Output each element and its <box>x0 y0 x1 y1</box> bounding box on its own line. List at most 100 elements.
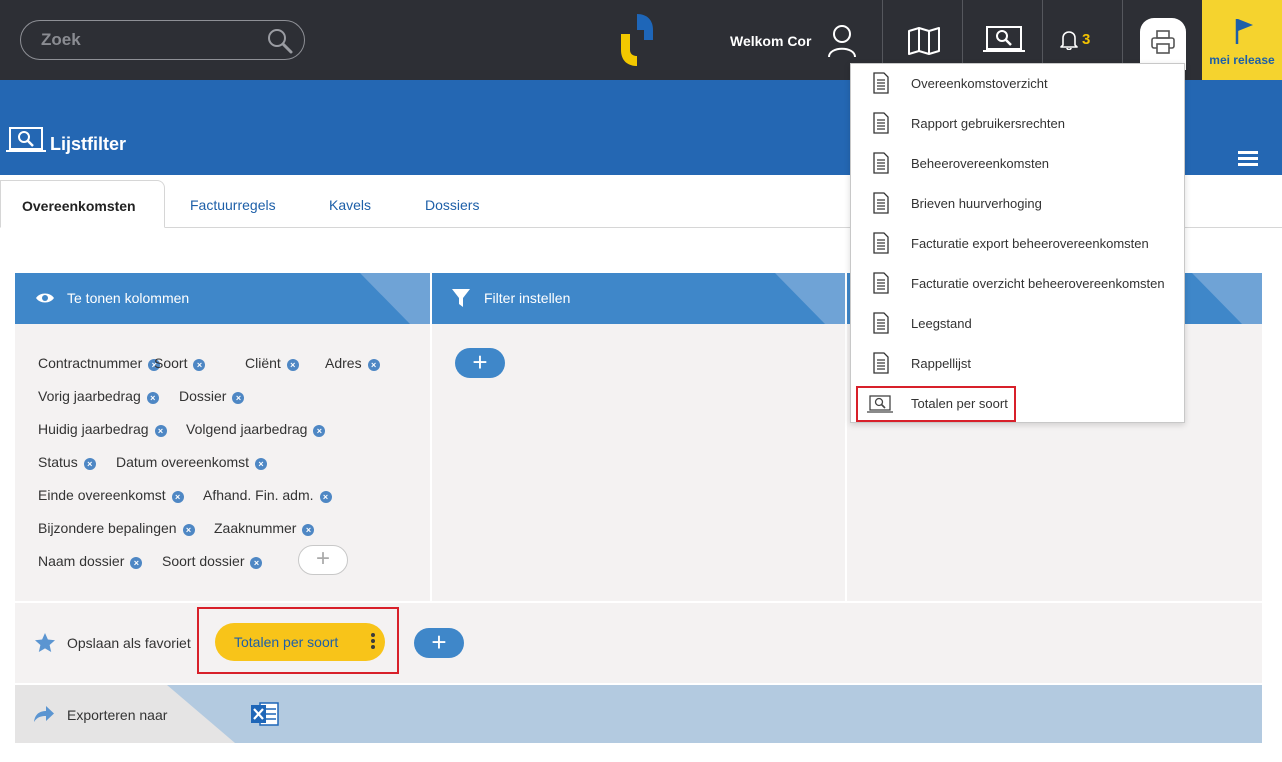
welcome-text: Welkom Cor <box>730 33 812 49</box>
add-favorite-button[interactable]: + <box>414 628 464 658</box>
column-tag-label: Huidig jaarbedrag <box>38 421 149 437</box>
column-tag-label: Bijzondere bepalingen <box>38 520 177 536</box>
notification-count: 3 <box>1082 31 1091 48</box>
print-menu-item[interactable]: Facturatie export beheerovereenkomsten <box>851 224 1184 264</box>
release-notes-button[interactable]: mei release <box>1202 0 1282 80</box>
column-tag-label: Vorig jaarbedrag <box>38 388 141 404</box>
columns-panel-title: Te tonen kolommen <box>67 290 190 306</box>
map-icon <box>908 27 940 55</box>
print-menu-item[interactable]: Overeenkomstoverzicht <box>851 64 1184 104</box>
tab-overeenkomsten[interactable]: Overeenkomsten <box>0 180 165 228</box>
column-tag: Volgend jaarbedrag × <box>186 421 326 437</box>
remove-column-icon[interactable]: × <box>255 458 268 470</box>
column-tag-label: Einde overeenkomst <box>38 487 166 503</box>
remove-column-icon[interactable]: × <box>130 557 143 569</box>
page-title: Lijstfilter <box>50 134 127 154</box>
column-tag-label: Naam dossier <box>38 553 125 569</box>
remove-column-icon[interactable]: × <box>286 359 299 371</box>
column-tag-label: Adres <box>325 355 362 371</box>
document-icon <box>873 112 889 134</box>
column-tag: Contractnummer × <box>38 355 161 371</box>
search-box[interactable] <box>20 20 305 60</box>
remove-column-icon[interactable]: × <box>367 359 380 371</box>
column-tag-label: Cliënt <box>245 355 281 371</box>
remove-column-icon[interactable]: × <box>232 392 245 404</box>
column-tag: Soort dossier × <box>162 553 263 569</box>
add-filter-button[interactable]: + <box>455 348 505 378</box>
export-row: Exporteren naar <box>15 685 1262 743</box>
export-label: Exporteren naar <box>67 707 168 723</box>
company-logo[interactable] <box>617 10 657 66</box>
star-icon[interactable] <box>35 633 55 653</box>
remove-column-icon[interactable]: × <box>146 392 159 404</box>
favorites-row: Opslaan als favoriet Totalen per soort + <box>15 603 1262 683</box>
print-menu-item[interactable]: Facturatie overzicht beheerovereenkomste… <box>851 264 1184 304</box>
search-input[interactable] <box>41 30 261 50</box>
user-icon[interactable] <box>826 24 858 58</box>
tab-dossiers[interactable]: Dossiers <box>425 197 479 213</box>
menu-item-highlight <box>856 386 1016 422</box>
remove-column-icon[interactable]: × <box>182 524 195 536</box>
list-filter-icon <box>6 127 46 152</box>
column-tag: Bijzondere bepalingen × <box>38 520 195 536</box>
print-menu: Overeenkomstoverzicht Rapport gebruikersr… <box>850 63 1185 423</box>
document-icon <box>873 232 889 254</box>
filter-panel-header: Filter instellen <box>432 273 845 324</box>
column-tag: Afhand. Fin. adm. × <box>203 487 332 503</box>
document-icon <box>873 272 889 294</box>
filter-panel-title: Filter instellen <box>484 290 571 306</box>
column-tag-label: Status <box>38 454 78 470</box>
favorite-pill[interactable]: Totalen per soort <box>215 623 385 661</box>
printer-icon <box>1151 30 1175 54</box>
remove-column-icon[interactable]: × <box>250 557 263 569</box>
more-options-icon[interactable] <box>371 633 375 651</box>
eye-icon <box>36 293 54 303</box>
add-column-button[interactable]: + <box>298 545 348 575</box>
tab-factuurregels[interactable]: Factuurregels <box>190 197 276 213</box>
document-icon <box>873 352 889 374</box>
column-tag: Huidig jaarbedrag × <box>38 421 167 437</box>
print-menu-item-label: Leegstand <box>911 316 972 331</box>
print-menu-item[interactable]: Leegstand <box>851 304 1184 344</box>
print-menu-item[interactable]: Brieven huurverhoging <box>851 184 1184 224</box>
print-menu-item[interactable]: Rappellijst <box>851 344 1184 384</box>
column-tag: Dossier × <box>179 388 245 404</box>
column-tag-label: Datum overeenkomst <box>116 454 250 470</box>
search-icon[interactable] <box>266 27 294 55</box>
favorite-label: Totalen per soort <box>234 634 339 650</box>
print-menu-item[interactable]: Rapport gebruikersrechten <box>851 104 1184 144</box>
print-menu-item[interactable]: Beheerovereenkomsten <box>851 144 1184 184</box>
columns-panel: Te tonen kolommen Contractnummer × Soort × C… <box>15 273 430 601</box>
document-icon <box>873 312 889 334</box>
column-tag-label: Zaaknummer <box>214 520 297 536</box>
tab-kavels[interactable]: Kavels <box>329 197 371 213</box>
document-icon <box>873 72 889 94</box>
column-tag-label: Contractnummer <box>38 355 143 371</box>
column-tag: Adres × <box>325 355 380 371</box>
bell-icon <box>1060 31 1078 50</box>
remove-column-icon[interactable]: × <box>313 425 326 437</box>
menu-icon[interactable] <box>1238 151 1258 167</box>
column-tag: Cliënt × <box>245 355 299 371</box>
column-tag-label: Volgend jaarbedrag <box>186 421 308 437</box>
remove-column-icon[interactable]: × <box>193 359 206 371</box>
header-decoration <box>1192 273 1262 324</box>
column-tag: Vorig jaarbedrag × <box>38 388 159 404</box>
excel-icon[interactable] <box>251 701 279 727</box>
column-tag: Naam dossier × <box>38 553 143 569</box>
list-filter-icon <box>983 26 1025 52</box>
save-favorite-label[interactable]: Opslaan als favoriet <box>67 635 191 651</box>
column-tag: Soort × <box>154 355 206 371</box>
funnel-icon <box>452 289 470 307</box>
print-menu-item-label: Overeenkomstoverzicht <box>911 76 1048 91</box>
remove-column-icon[interactable]: × <box>154 425 167 437</box>
print-menu-item-label: Rapport gebruikersrechten <box>911 116 1065 131</box>
column-tag: Einde overeenkomst × <box>38 487 184 503</box>
remove-column-icon[interactable]: × <box>302 524 315 536</box>
column-tag: Datum overeenkomst × <box>116 454 268 470</box>
remove-column-icon[interactable]: × <box>171 491 184 503</box>
remove-column-icon[interactable]: × <box>319 491 332 503</box>
remove-column-icon[interactable]: × <box>83 458 96 470</box>
column-tag-label: Afhand. Fin. adm. <box>203 487 314 503</box>
filter-panel: Filter instellen + <box>432 273 845 601</box>
